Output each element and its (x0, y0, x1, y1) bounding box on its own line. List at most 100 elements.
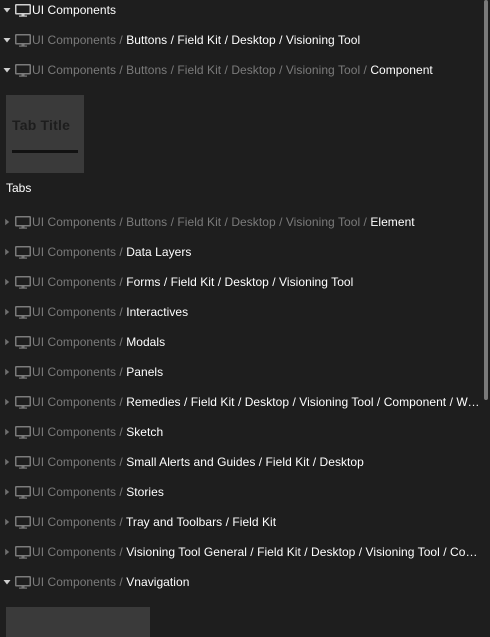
tree-row-label: UI Components / Sketch (32, 425, 482, 439)
thumbnail-preview-text: Tab Title (12, 117, 71, 133)
row-name: Forms / Field Kit / Desktop / Visioning … (126, 275, 354, 289)
monitor-icon (14, 515, 31, 529)
chevron-right-icon[interactable] (3, 306, 11, 318)
tree-row-visioning-tool-general[interactable]: UI Components / Visioning Tool General /… (0, 542, 482, 562)
tree-row-sketch[interactable]: UI Components / Sketch (0, 422, 482, 442)
component-thumbnail-tabs[interactable]: Tab Title (6, 95, 84, 173)
row-name: Small Alerts and Guides / Field Kit / De… (126, 455, 364, 469)
tree-row-label: UI Components / Buttons / Field Kit / De… (32, 215, 482, 229)
monitor-icon (14, 215, 31, 229)
chevron-right-icon[interactable] (3, 276, 11, 288)
chevron-right-icon[interactable] (3, 336, 11, 348)
row-path-prefix: UI Components / (32, 455, 123, 469)
monitor-icon (14, 275, 31, 289)
chevron-down-icon[interactable] (3, 34, 11, 46)
tree-row-interactives[interactable]: UI Components / Interactives (0, 302, 482, 322)
chevron-right-icon[interactable] (3, 426, 11, 438)
tree-row-label: UI Components / Forms / Field Kit / Desk… (32, 275, 482, 289)
monitor-icon (14, 455, 31, 469)
tree-row-label: UI Components / Buttons / Field Kit / De… (32, 33, 482, 47)
row-path-prefix: UI Components / Buttons / Field Kit / De… (32, 63, 367, 77)
tree-row-tray-toolbars[interactable]: UI Components / Tray and Toolbars / Fiel… (0, 512, 482, 532)
row-name: Interactives (126, 305, 189, 319)
scrollbar-track[interactable] (482, 0, 490, 625)
row-name: Sketch (126, 425, 164, 439)
chevron-right-icon[interactable] (3, 546, 11, 558)
row-name: Vnavigation (126, 575, 190, 589)
row-path-prefix: UI Components / (32, 275, 123, 289)
scrollbar-thumb[interactable] (484, 0, 488, 400)
tree-row-label: UI Components / Modals (32, 335, 482, 349)
row-name: Tray and Toolbars / Field Kit (125, 515, 277, 529)
tree-row-label: UI Components / Vnavigation (32, 575, 482, 589)
tree-row-label: UI Components / Tray and Toolbars / Fiel… (32, 515, 482, 529)
row-path-prefix: UI Components / (32, 485, 123, 499)
tree-row-forms[interactable]: UI Components / Forms / Field Kit / Desk… (0, 272, 482, 292)
tree-row-buttons[interactable]: UI Components / Buttons / Field Kit / De… (0, 30, 482, 50)
row-name: Modals (126, 335, 166, 349)
monitor-icon (14, 485, 31, 499)
chevron-right-icon[interactable] (3, 456, 11, 468)
row-name: Buttons / Field Kit / Desktop / Visionin… (126, 33, 361, 47)
monitor-icon (14, 545, 31, 559)
tree-row-label: UI Components / Buttons / Field Kit / De… (32, 63, 482, 77)
tree-row-ui-components[interactable]: UI Components (0, 0, 482, 20)
tree-row-label: UI Components / Stories (32, 485, 482, 499)
row-name: Element (370, 215, 415, 229)
tree-row-small-alerts[interactable]: UI Components / Small Alerts and Guides … (0, 452, 482, 472)
monitor-icon (14, 395, 31, 409)
row-path-prefix: UI Components / Buttons / Field Kit / De… (32, 215, 367, 229)
chevron-right-icon[interactable] (3, 516, 11, 528)
monitor-icon (14, 63, 31, 77)
chevron-right-icon[interactable] (3, 216, 11, 228)
monitor-icon (14, 245, 31, 259)
row-path-prefix: UI Components / (32, 245, 123, 259)
monitor-icon (14, 335, 31, 349)
row-path-prefix: UI Components / (32, 425, 123, 439)
row-path-prefix: UI Components / (32, 305, 123, 319)
row-name: Remedies / Field Kit / Desktop / Visioni… (126, 395, 482, 409)
monitor-icon (14, 305, 31, 319)
tree-row-label: UI Components / Interactives (32, 305, 482, 319)
monitor-icon (14, 365, 31, 379)
row-path-prefix: UI Components / (32, 33, 123, 47)
tree-row-element[interactable]: UI Components / Buttons / Field Kit / De… (0, 212, 482, 232)
tree-row-label: UI Components / Data Layers (32, 245, 482, 259)
tree-row-component[interactable]: UI Components / Buttons / Field Kit / De… (0, 60, 482, 80)
tree-row-label: UI Components / Panels (32, 365, 482, 379)
monitor-icon (14, 575, 31, 589)
row-name: Panels (126, 365, 164, 379)
row-name: Stories (126, 485, 164, 499)
row-path-prefix: UI Components / (32, 365, 123, 379)
chevron-right-icon[interactable] (3, 246, 11, 258)
chevron-right-icon[interactable] (3, 486, 11, 498)
row-path-prefix: UI Components / (32, 575, 123, 589)
tree-row-label: UI Components / Small Alerts and Guides … (32, 455, 482, 469)
tree-row-label: UI Components / Remedies / Field Kit / D… (32, 395, 482, 409)
chevron-right-icon[interactable] (3, 396, 11, 408)
tree-row-modals[interactable]: UI Components / Modals (0, 332, 482, 352)
row-path-prefix: UI Components / (32, 335, 123, 349)
component-caption[interactable]: Tabs (6, 181, 31, 195)
tree-row-label: UI Components / Visioning Tool General /… (32, 545, 482, 559)
chevron-down-icon[interactable] (3, 4, 11, 16)
component-thumbnail-vnavigation[interactable] (6, 607, 150, 637)
chevron-down-icon[interactable] (3, 64, 11, 76)
row-path-prefix: UI Components / (32, 395, 123, 409)
chevron-right-icon[interactable] (3, 366, 11, 378)
tree-row-label: UI Components (32, 3, 482, 17)
row-path-prefix: UI Components / (32, 515, 123, 529)
tree-row-data-layers[interactable]: UI Components / Data Layers (0, 242, 482, 262)
row-path-prefix: UI Components / (32, 545, 123, 559)
tree-row-stories[interactable]: UI Components / Stories (0, 482, 482, 502)
monitor-icon (14, 33, 31, 47)
tree-row-vnavigation[interactable]: UI Components / Vnavigation (0, 572, 482, 592)
row-name: Component (370, 63, 433, 77)
tree-row-panels[interactable]: UI Components / Panels (0, 362, 482, 382)
row-name: UI Components (32, 3, 117, 17)
tree-row-remedies[interactable]: UI Components / Remedies / Field Kit / D… (0, 392, 482, 412)
row-name: Data Layers (126, 245, 192, 259)
monitor-icon (14, 425, 31, 439)
thumbnail-tab-underline (12, 150, 78, 153)
chevron-down-icon[interactable] (3, 576, 11, 588)
